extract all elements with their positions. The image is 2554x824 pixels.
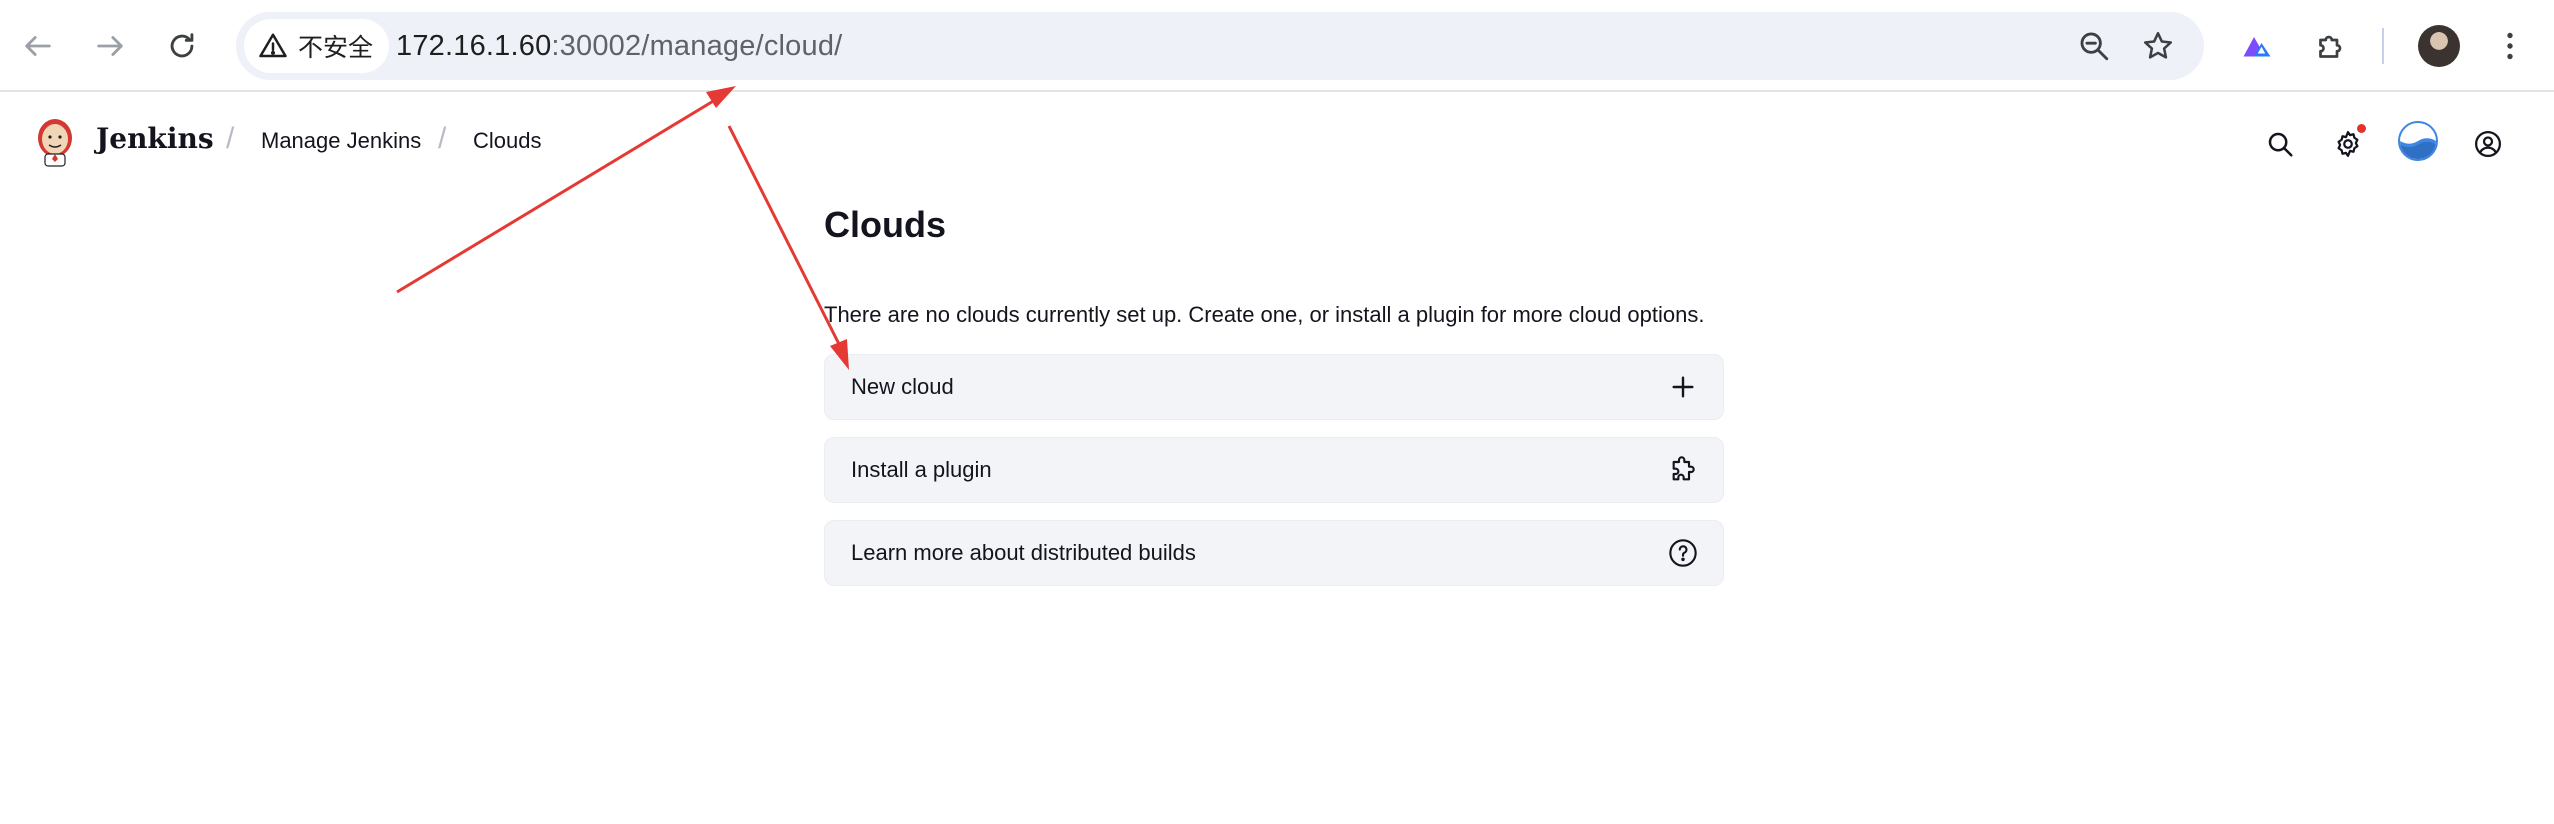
puzzle-icon [2319, 35, 2342, 58]
forward-button[interactable] [86, 22, 134, 70]
extension-button[interactable] [2233, 22, 2281, 70]
translate-extension-icon [2243, 37, 2271, 57]
user-circle-icon [2475, 131, 2501, 157]
search-icon [2268, 132, 2293, 157]
security-indicator[interactable]: 不安全 [244, 19, 390, 73]
install-plugin-button[interactable]: Install a plugin [824, 437, 1724, 503]
reload-icon [170, 33, 194, 58]
gear-icon [2337, 131, 2359, 157]
wave-icon [2400, 138, 2436, 159]
page-title: Clouds [824, 204, 946, 245]
arrow-left-icon [25, 36, 51, 56]
back-button[interactable] [14, 22, 62, 70]
jenkins-header: Jenkins / Manage Jenkins / Clouds [0, 94, 2554, 194]
new-cloud-button[interactable]: New cloud [824, 354, 1724, 420]
empty-state-message: There are no clouds currently set up. Cr… [824, 302, 1705, 327]
address-bar[interactable]: 不安全 172.16.1.60:30002/manage/cloud/ [236, 12, 2204, 80]
jenkins-brand[interactable]: Jenkins [96, 122, 214, 155]
url-host: 172.16.1.60 [396, 29, 552, 62]
notification-dot [2357, 124, 2366, 133]
manage-jenkins-button[interactable] [2326, 122, 2370, 166]
breadcrumb-separator: / [438, 122, 447, 155]
bookmark-button[interactable] [2138, 26, 2178, 66]
browser-profile-avatar[interactable] [2418, 25, 2460, 67]
more-vertical-icon [2507, 32, 2513, 60]
theme-avatar[interactable] [2398, 121, 2438, 161]
security-label: 不安全 [298, 34, 374, 62]
zoom-button[interactable] [2074, 26, 2114, 66]
url-path: :30002/manage/cloud/ [551, 29, 843, 62]
reload-button[interactable] [158, 22, 206, 70]
install-plugin-label: Install a plugin [851, 457, 992, 482]
browser-menu-button[interactable] [2486, 22, 2534, 70]
user-account-button[interactable] [2466, 122, 2510, 166]
learn-distributed-builds-link[interactable]: Learn more about distributed builds [824, 520, 1724, 586]
arrow-right-icon [97, 36, 123, 56]
zoom-out-icon [2080, 32, 2109, 61]
search-button[interactable] [2258, 122, 2302, 166]
help-circle-icon [1667, 537, 1699, 569]
new-cloud-label: New cloud [851, 374, 954, 399]
plus-icon [1667, 371, 1699, 403]
breadcrumb-manage-jenkins[interactable]: Manage Jenkins [261, 128, 421, 154]
puzzle-icon [1667, 454, 1699, 486]
extensions-menu-button[interactable] [2307, 22, 2355, 70]
url-text[interactable]: 172.16.1.60:30002/manage/cloud/ [396, 12, 842, 80]
learn-more-label: Learn more about distributed builds [851, 540, 1196, 565]
star-icon [2143, 31, 2173, 59]
browser-toolbar: 不安全 172.16.1.60:30002/manage/cloud/ [0, 0, 2554, 92]
jenkins-logo-icon[interactable] [34, 116, 76, 168]
breadcrumb-separator: / [226, 122, 235, 155]
breadcrumb-clouds[interactable]: Clouds [473, 128, 541, 154]
warning-triangle-icon [259, 33, 287, 58]
toolbar-divider [2382, 28, 2384, 64]
